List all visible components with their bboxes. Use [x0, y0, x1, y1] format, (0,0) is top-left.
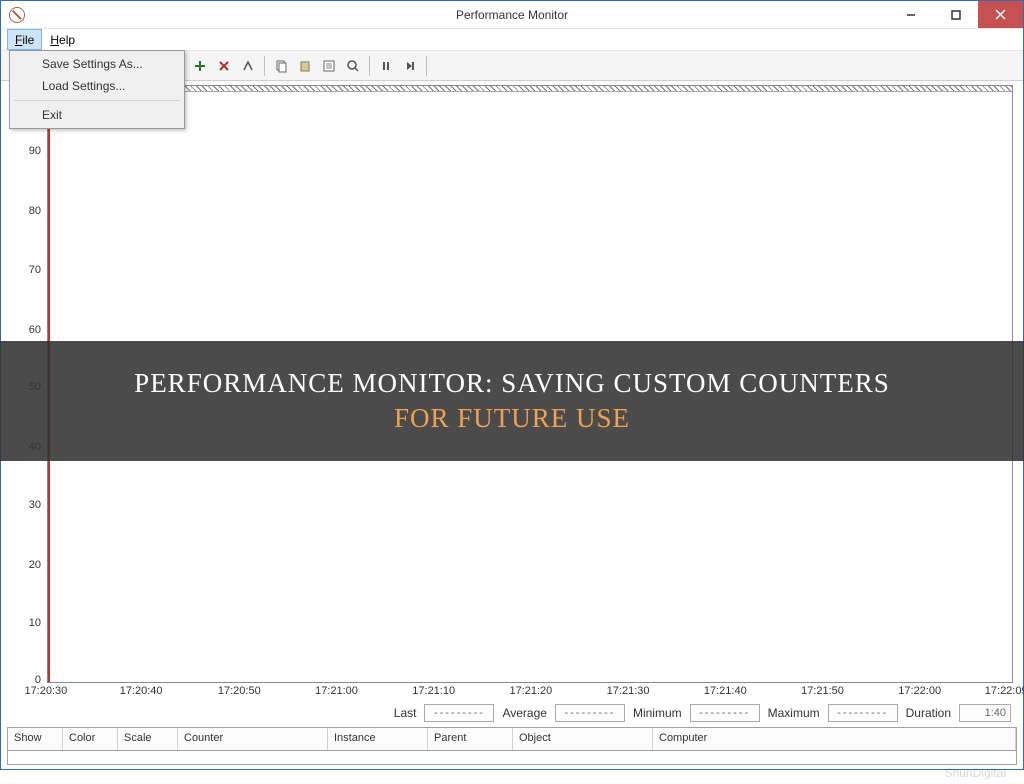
toolbar-sep-1: [264, 56, 265, 76]
stats-row: Last --------- Average --------- Minimum…: [1, 701, 1023, 725]
y-tick: 90: [29, 145, 41, 157]
step-button[interactable]: [399, 55, 421, 77]
stat-avg-value: ---------: [555, 704, 625, 722]
menu-file[interactable]: File: [7, 29, 42, 50]
x-tick: 17:21:10: [412, 685, 455, 697]
menu-load-settings[interactable]: Load Settings...: [12, 75, 182, 97]
menu-exit[interactable]: Exit: [12, 104, 182, 126]
stat-dur-label: Duration: [906, 706, 951, 720]
titlebar: Performance Monitor: [1, 1, 1023, 29]
col-parent[interactable]: Parent: [428, 728, 513, 750]
toolbar-sep-3: [426, 56, 427, 76]
col-counter[interactable]: Counter: [178, 728, 328, 750]
x-tick: 17:20:30: [24, 685, 67, 697]
col-show[interactable]: Show: [8, 728, 63, 750]
y-tick: 30: [29, 499, 41, 511]
pause-button[interactable]: [375, 55, 397, 77]
minimize-button[interactable]: [888, 1, 933, 28]
file-menu-dropdown: Save Settings As... Load Settings... Exi…: [9, 50, 185, 129]
overlay-line1: PERFORMANCE MONITOR: SAVING CUSTOM COUNT…: [134, 368, 890, 399]
menu-save-settings-as[interactable]: Save Settings As...: [12, 53, 182, 75]
col-instance[interactable]: Instance: [328, 728, 428, 750]
col-computer[interactable]: Computer: [653, 728, 1016, 750]
stat-last-value: ---------: [424, 704, 494, 722]
stat-avg-label: Average: [502, 706, 546, 720]
maximize-button[interactable]: [933, 1, 978, 28]
stat-last-label: Last: [394, 706, 417, 720]
y-tick: 20: [29, 559, 41, 571]
copy-button[interactable]: [270, 55, 292, 77]
y-tick: 80: [29, 205, 41, 217]
toolbar-sep-2: [369, 56, 370, 76]
x-tick: 17:21:00: [315, 685, 358, 697]
x-axis: 17:20:30 17:20:40 17:20:50 17:21:00 17:2…: [41, 683, 1013, 701]
x-tick: 17:21:30: [607, 685, 650, 697]
stat-min-label: Minimum: [633, 706, 682, 720]
remove-counter-button[interactable]: [213, 55, 235, 77]
col-color[interactable]: Color: [63, 728, 118, 750]
close-button[interactable]: [978, 1, 1023, 28]
window-controls: [888, 1, 1023, 28]
stat-min-value: ---------: [690, 704, 760, 722]
x-tick: 17:21:40: [704, 685, 747, 697]
watermark: ShunDigital: [945, 766, 1006, 780]
app-icon: [9, 7, 25, 23]
y-tick: 60: [29, 324, 41, 336]
menu-separator: [14, 100, 180, 101]
stat-max-label: Maximum: [768, 706, 820, 720]
stat-max-value: ---------: [828, 704, 898, 722]
paste-button[interactable]: [294, 55, 316, 77]
properties-button[interactable]: [318, 55, 340, 77]
menubar: File Help: [1, 29, 1023, 51]
x-tick: 17:20:50: [218, 685, 261, 697]
col-scale[interactable]: Scale: [118, 728, 178, 750]
x-tick: 17:22:09: [985, 685, 1024, 697]
y-tick: 10: [29, 617, 41, 629]
counter-grid-body[interactable]: [7, 751, 1017, 765]
counter-grid-header: Show Color Scale Counter Instance Parent…: [7, 727, 1017, 751]
col-object[interactable]: Object: [513, 728, 653, 750]
x-tick: 17:21:20: [509, 685, 552, 697]
plot-hatch: [48, 86, 1012, 92]
y-tick: 70: [29, 264, 41, 276]
highlight-button[interactable]: [237, 55, 259, 77]
x-tick: 17:21:50: [801, 685, 844, 697]
x-tick: 17:22:00: [898, 685, 941, 697]
x-tick: 17:20:40: [120, 685, 163, 697]
zoom-button[interactable]: [342, 55, 364, 77]
stat-dur-value: 1:40: [959, 704, 1011, 722]
window-title: Performance Monitor: [456, 8, 568, 22]
menu-help[interactable]: Help: [42, 29, 83, 50]
overlay-caption: PERFORMANCE MONITOR: SAVING CUSTOM COUNT…: [0, 341, 1024, 461]
overlay-line2: FOR FUTURE USE: [394, 403, 630, 434]
add-counter-button[interactable]: [189, 55, 211, 77]
